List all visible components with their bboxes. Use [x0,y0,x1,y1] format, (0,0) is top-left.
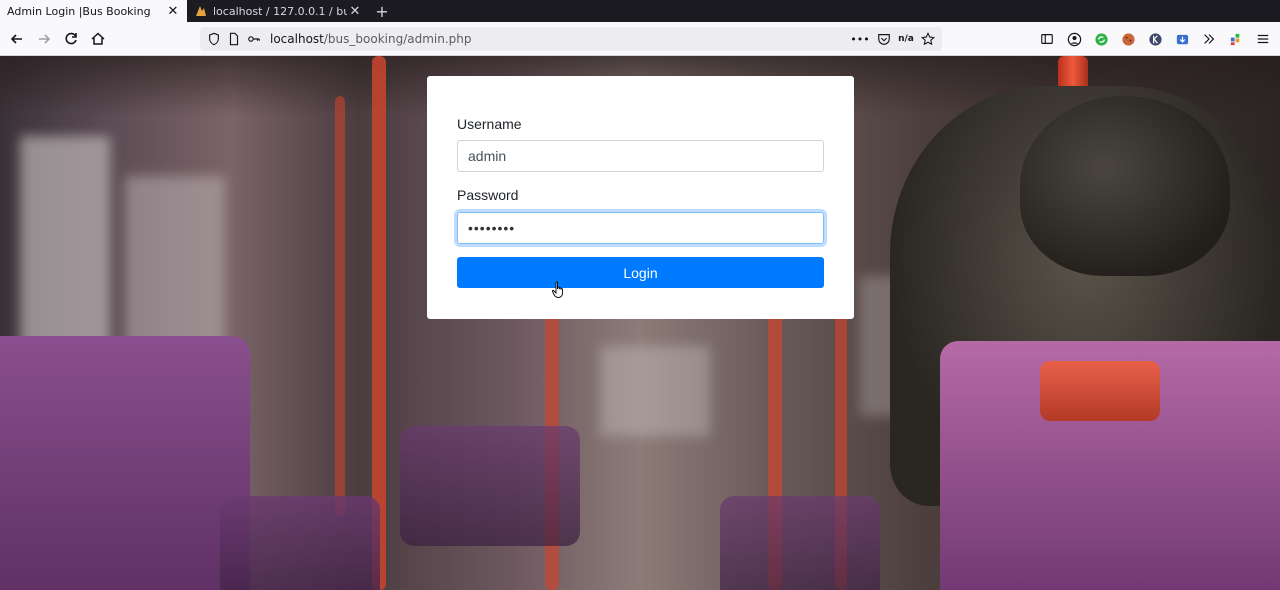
tab-admin-login[interactable]: Admin Login |Bus Booking ✕ [0,0,187,22]
overflow-icon[interactable] [1198,28,1220,50]
tab-phpmyadmin[interactable]: localhost / 127.0.0.1 / bus_booki ✕ [187,0,369,22]
shield-icon[interactable] [206,31,222,47]
cookie-extension-icon[interactable] [1117,28,1139,50]
back-icon [10,33,22,44]
pole-clamp [1040,361,1160,421]
page-actions-button[interactable]: ••• [850,31,870,47]
url-host: localhost [270,32,324,46]
pocket-icon[interactable] [876,31,892,47]
reload-icon [65,32,77,44]
extension-icon[interactable] [1225,28,1247,50]
password-label: Password [457,187,519,203]
key-icon[interactable] [246,31,262,47]
menu-icon[interactable] [1252,28,1274,50]
account-icon[interactable] [1063,28,1085,50]
seat [400,426,580,546]
phpmyadmin-favicon-icon [194,4,208,18]
download-extension-icon[interactable] [1171,28,1193,50]
reload-button[interactable] [58,26,84,52]
tab-title: localhost / 127.0.0.1 / bus_booki [213,4,347,18]
tab-title: Admin Login |Bus Booking [7,4,151,18]
window-light [600,346,710,436]
reader-badge[interactable]: n/a [898,31,914,47]
new-tab-button[interactable]: + [369,0,395,22]
seat [0,336,250,590]
url-path: /bus_booking/admin.php [323,32,472,46]
passenger-hood [1020,96,1230,276]
forward-button[interactable] [31,26,57,52]
username-input[interactable]: admin [457,140,824,172]
hand-cursor-icon [552,281,563,298]
home-button[interactable] [85,26,111,52]
star-icon[interactable] [920,31,936,47]
close-tab-icon[interactable]: ✕ [165,3,181,19]
sync-extension-icon[interactable] [1090,28,1112,50]
tab-strip: Admin Login |Bus Booking ✕ localhost / 1… [0,0,1280,22]
close-tab-icon[interactable]: ✕ [347,3,363,19]
page-icon[interactable] [226,31,242,47]
url-text: localhost/bus_booking/admin.php [270,32,472,46]
pole [335,96,345,516]
login-button[interactable]: Login [457,257,824,288]
k-extension-icon[interactable] [1144,28,1166,50]
page-background: Username admin Password •••••••• Login [0,56,1280,590]
username-label: Username [457,116,522,132]
toolbar-right [1036,22,1280,56]
seat [720,496,880,590]
forward-icon [39,33,51,44]
navigation-bar: localhost/bus_booking/admin.php ••• n/a [0,22,1280,56]
back-button[interactable] [4,26,30,52]
login-card: Username admin Password •••••••• Login [427,76,854,319]
url-bar[interactable]: localhost/bus_booking/admin.php ••• n/a [200,27,942,51]
seat [220,496,380,590]
password-input[interactable]: •••••••• [457,212,824,244]
sidebar-icon[interactable] [1036,28,1058,50]
home-icon [91,31,105,45]
